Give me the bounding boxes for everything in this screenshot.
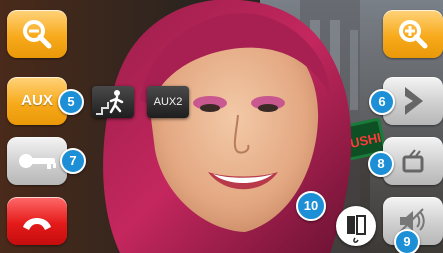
- callout-badge-9: 9: [394, 229, 420, 253]
- intercom-screen: SUSHI AUX 5 7 AUX2 10 6 8 9: [0, 0, 443, 253]
- callout-badge-6: 6: [369, 89, 395, 115]
- door-icon: [347, 215, 366, 243]
- door-button[interactable]: [336, 206, 376, 246]
- zoom-in-button[interactable]: [383, 10, 443, 58]
- zoom-out-button[interactable]: [7, 10, 67, 58]
- aux2-button[interactable]: AUX2: [147, 86, 189, 118]
- door-release-key-button[interactable]: [7, 137, 67, 185]
- hangup-phone-icon: [23, 218, 51, 230]
- stairs-light-button[interactable]: [92, 86, 134, 118]
- aux2-label: AUX2: [153, 96, 183, 108]
- hang-up-button[interactable]: [7, 197, 67, 245]
- zoom-out-icon: [23, 20, 52, 49]
- callout-badge-10: 10: [296, 191, 326, 221]
- zoom-in-icon: [399, 20, 428, 49]
- callout-badge-8: 8: [368, 151, 394, 177]
- key-icon: [19, 154, 56, 169]
- callout-badge-5: 5: [58, 89, 84, 115]
- stairs-light-icon: [96, 90, 124, 115]
- callout-badge-7: 7: [60, 148, 86, 174]
